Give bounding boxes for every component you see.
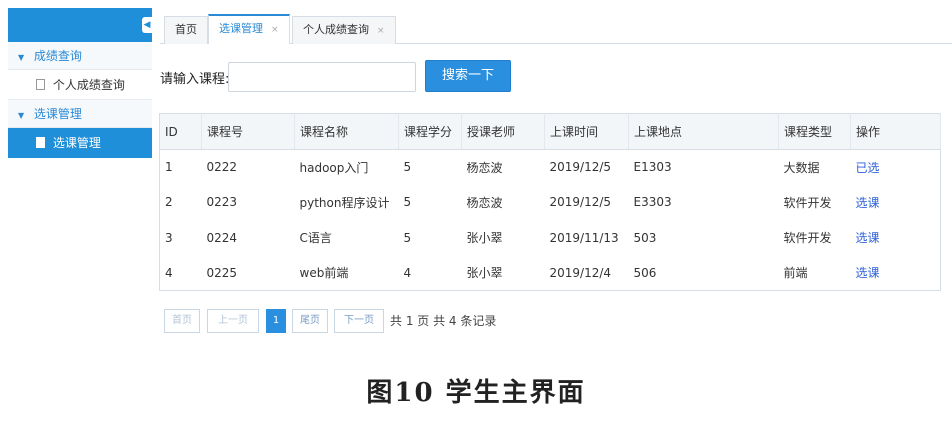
- sidebar-group-course-selection[interactable]: ▼ 选课管理: [8, 100, 152, 128]
- column-header: 课程名称: [294, 113, 399, 150]
- tab-bar: 首页 选课管理 × 个人成绩查询 ×: [160, 14, 952, 44]
- table-cell: C语言: [299, 231, 332, 246]
- table-cell: 1: [165, 160, 173, 175]
- table-cell: 2019/11/13: [549, 230, 619, 245]
- tab-course-selection[interactable]: 选课管理 ×: [208, 14, 290, 44]
- collapse-sidebar-button[interactable]: ◀: [142, 17, 152, 33]
- table-cell: 2: [165, 195, 173, 210]
- table-cell: 506: [633, 265, 657, 280]
- table-cell: 4: [165, 265, 173, 280]
- search-label: 请输入课程:: [160, 72, 230, 87]
- table-row: 3 0224 C语言 5 张小翠 2019/11/13 503 软件开发 选课: [160, 220, 941, 255]
- prev-page-button[interactable]: 上一页: [207, 309, 259, 333]
- tab-home[interactable]: 首页: [164, 16, 208, 44]
- sidebar-group-grades[interactable]: ▼ 成绩查询: [8, 42, 152, 70]
- tab-label: 首页: [175, 23, 197, 36]
- search-button[interactable]: 搜索一下: [425, 60, 511, 92]
- page-1-button[interactable]: 1: [266, 309, 286, 333]
- sidebar-item-personal-grades[interactable]: 个人成绩查询: [8, 70, 152, 100]
- table-cell: 0224: [206, 230, 238, 245]
- tab-label: 选课管理: [219, 22, 263, 35]
- column-header: 课程号: [201, 113, 295, 150]
- select-course-link[interactable]: 选课: [851, 220, 941, 255]
- select-course-link[interactable]: 选课: [851, 255, 941, 290]
- table-cell: 0222: [206, 160, 238, 175]
- table-cell: 503: [633, 230, 657, 245]
- select-course-link[interactable]: 选课: [851, 185, 941, 220]
- table-cell: python程序设计: [299, 195, 390, 210]
- course-search-input[interactable]: [228, 62, 416, 92]
- table-cell: 杨恋波: [466, 160, 503, 175]
- column-header: 操作: [850, 113, 941, 150]
- column-header: 上课时间: [544, 113, 629, 150]
- triangle-down-icon: ▼: [18, 53, 25, 62]
- tab-label: 个人成绩查询: [303, 23, 369, 36]
- column-header: ID: [159, 113, 202, 150]
- column-header: 课程类型: [778, 113, 851, 150]
- table-cell: 5: [403, 195, 412, 210]
- sidebar-group-label: 选课管理: [33, 107, 82, 121]
- close-icon[interactable]: ×: [271, 25, 279, 35]
- table-cell: 杨恋波: [466, 195, 503, 210]
- table-header-row: ID 课程号 课程名称 课程学分 授课老师 上课时间 上课地点 课程类型 操作: [159, 113, 941, 150]
- column-header: 授课老师: [461, 113, 545, 150]
- table-cell: 2019/12/5: [549, 160, 612, 175]
- next-page-button[interactable]: 下一页: [334, 309, 384, 333]
- pagination-summary: 共 1 页 共 4 条记录: [390, 314, 497, 328]
- table-cell: 张小翠: [466, 231, 503, 246]
- sidebar-item-label: 个人成绩查询: [52, 78, 125, 92]
- table-cell: hadoop入门: [299, 160, 369, 175]
- table-cell: E1303: [633, 160, 672, 175]
- figure-caption: 图10 学生主界面: [366, 378, 586, 408]
- sidebar-group-label: 成绩查询: [33, 49, 82, 63]
- table-cell: 0223: [206, 195, 238, 210]
- last-page-button[interactable]: 尾页: [292, 309, 328, 333]
- tab-personal-grades[interactable]: 个人成绩查询 ×: [292, 16, 396, 44]
- table-cell: web前端: [299, 266, 349, 281]
- selected-link[interactable]: 已选: [851, 150, 941, 185]
- column-header: 课程学分: [398, 113, 462, 150]
- sidebar-item-course-selection[interactable]: 选课管理: [8, 128, 152, 158]
- table-cell: 5: [403, 230, 412, 245]
- triangle-down-icon: ▼: [18, 111, 25, 120]
- table-row: 4 0225 web前端 4 张小翠 2019/12/4 506 前端 选课: [160, 255, 941, 290]
- table-cell: 4: [403, 265, 412, 280]
- sidebar-item-label: 选课管理: [52, 136, 101, 150]
- table-cell: 张小翠: [466, 266, 503, 281]
- table-row: 2 0223 python程序设计 5 杨恋波 2019/12/5 E3303 …: [160, 185, 941, 220]
- document-icon: [36, 79, 45, 90]
- table-cell: 软件开发: [783, 231, 832, 246]
- table-cell: 大数据: [783, 160, 820, 175]
- table-cell: 5: [403, 160, 412, 175]
- table-cell: 0225: [206, 265, 238, 280]
- document-icon: [36, 137, 45, 148]
- table-cell: 前端: [783, 266, 808, 281]
- table-cell: E3303: [633, 195, 672, 210]
- table-cell: 软件开发: [783, 195, 832, 210]
- first-page-button[interactable]: 首页: [164, 309, 200, 333]
- table-row: 1 0222 hadoop入门 5 杨恋波 2019/12/5 E1303 大数…: [160, 150, 941, 185]
- table-cell: 3: [165, 230, 173, 245]
- table-cell: 2019/12/5: [549, 195, 612, 210]
- course-table: ID 课程号 课程名称 课程学分 授课老师 上课时间 上课地点 课程类型 操作 …: [159, 113, 941, 291]
- table-cell: 2019/12/4: [549, 265, 612, 280]
- sidebar: ▼ 成绩查询 个人成绩查询 ▼ 选课管理 选课管理: [8, 42, 152, 182]
- close-icon[interactable]: ×: [377, 26, 385, 36]
- column-header: 上课地点: [628, 113, 779, 150]
- sidebar-header: ◀: [8, 8, 152, 42]
